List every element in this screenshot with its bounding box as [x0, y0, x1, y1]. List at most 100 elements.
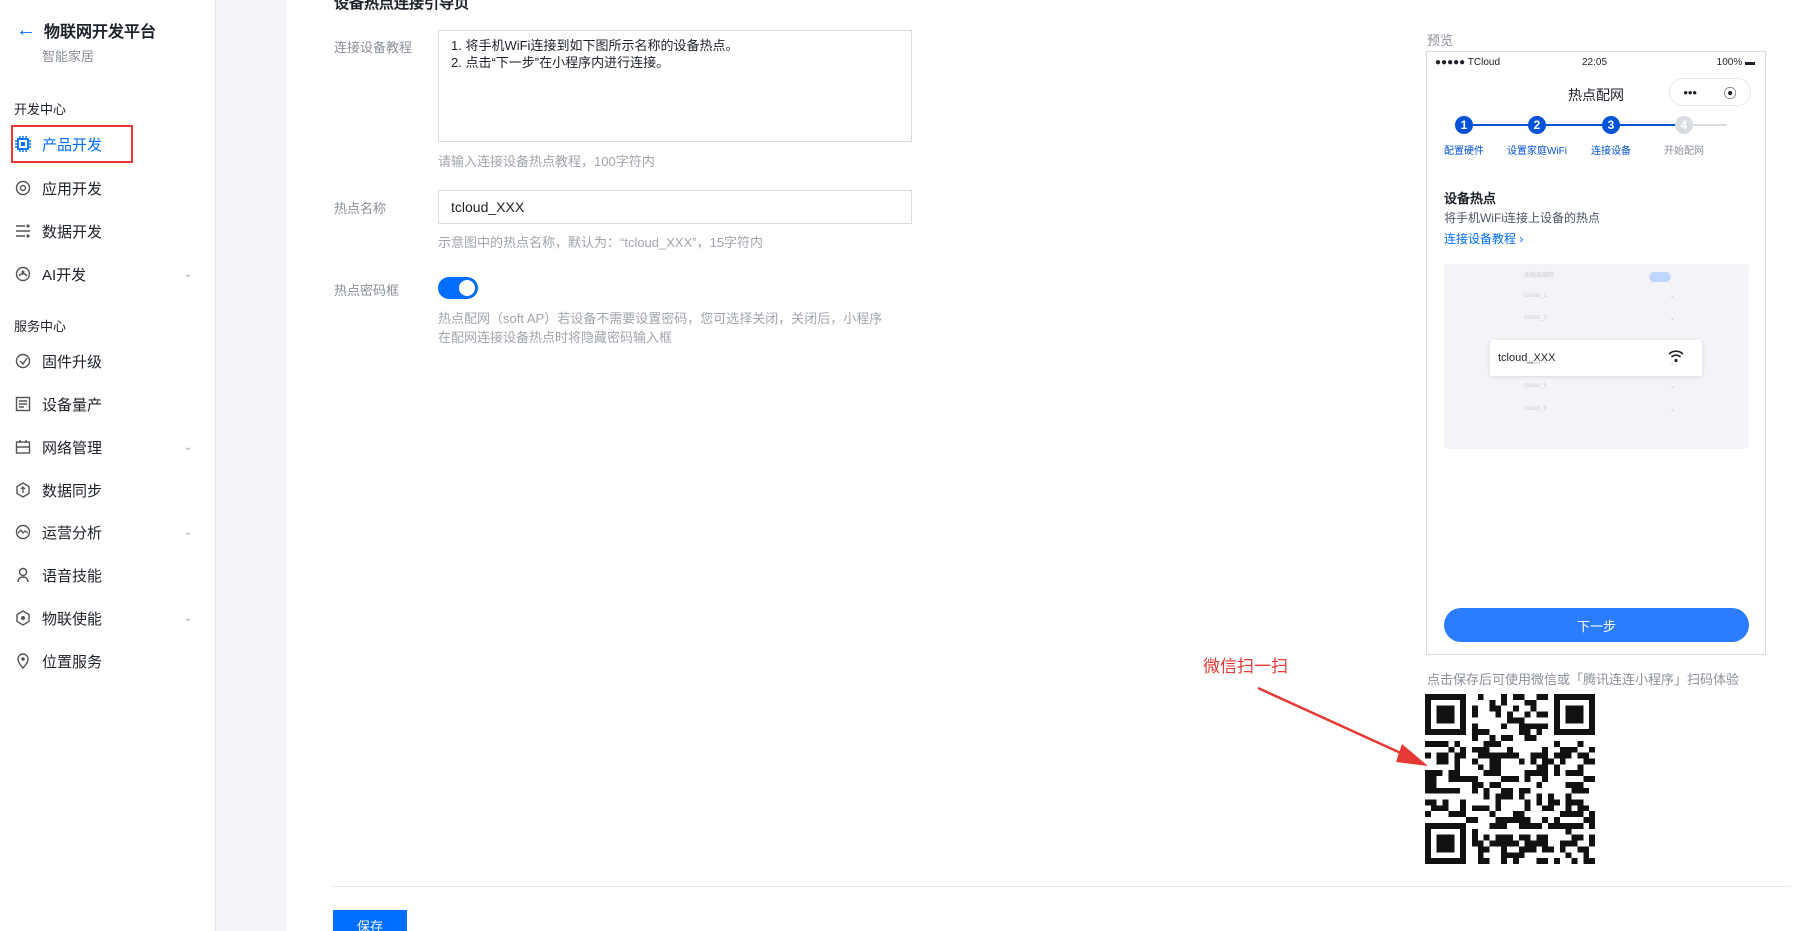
tutorial-textarea[interactable]: 1. 将手机WiFi连接到如下图所示名称的设备热点。 2. 点击“下一步”在小程…: [438, 30, 912, 142]
iot-enable-icon: [14, 609, 32, 627]
wifi-icon: ◔: [1669, 293, 1674, 302]
sidebar-item-label: AI开发: [42, 266, 87, 284]
voice-icon: [14, 566, 32, 584]
password-hint-line-2: 在配网连接设备热点时将隐藏密码输入框: [438, 330, 673, 345]
more-icon: •••: [1683, 84, 1697, 100]
wechat-scan-annotation: 微信扫一扫: [1203, 657, 1288, 676]
scan-note: 点击保存后可使用微信或「腾讯连连小程序」扫码体验: [1427, 672, 1740, 687]
brand-subtitle: 智能家居: [42, 49, 95, 64]
wifi-toggle: [1649, 272, 1671, 282]
sidebar-item-data-sync[interactable]: 数据同步: [12, 475, 200, 505]
tutorial-hint: 请输入连接设备热点教程，100字符内: [438, 154, 655, 169]
tutorial-link[interactable]: 连接设备教程 ›: [1444, 230, 1523, 247]
wifi-list-illustration: 无线局域网 tcloud_1 ◔ tcloud_2 ◔ tcloud_XXX tcl…: [1444, 264, 1749, 449]
save-button[interactable]: 保存: [333, 910, 407, 931]
sidebar-item-data-dev[interactable]: 数据开发: [12, 216, 200, 246]
sidebar-item-label: 设备量产: [42, 396, 103, 414]
hotspot-section-desc: 将手机WiFi连接上设备的热点: [1444, 211, 1600, 225]
step-label-4: 开始配网: [1664, 146, 1704, 157]
mass-production-icon: [14, 395, 32, 413]
password-label: 热点密码框: [334, 283, 400, 298]
sidebar-item-label: 数据同步: [42, 482, 103, 500]
toggle-knob: [459, 280, 475, 296]
wifi-header-row: 无线局域网: [1524, 270, 1674, 284]
footer-divider: [331, 886, 1791, 887]
chevron-down-icon: ⌄: [183, 612, 192, 624]
wifi-icon: ◔: [1669, 406, 1674, 415]
sidebar-item-label: 固件升级: [42, 353, 103, 371]
ssid-hint: 示意图中的热点名称，默认为：“tcloud_XXX”，15字符内: [438, 235, 764, 250]
phone-preview: ●●●●● TCloud 22:05 100% ▬ 热点配网 ••• ⦿ 1 2…: [1426, 51, 1766, 655]
step-dot-1: 1: [1455, 116, 1473, 134]
tutorial-label: 连接设备教程: [334, 40, 413, 55]
chevron-down-icon: ⌄: [183, 441, 192, 453]
sidebar-item-iot-enable[interactable]: 物联使能 ⌄: [12, 603, 200, 633]
sidebar-item-label: 运营分析: [42, 524, 103, 542]
close-target-icon: ⦿: [1723, 85, 1737, 101]
wifi-header: 无线局域网: [1524, 273, 1555, 279]
sidebar-item-app-dev[interactable]: 应用开发: [12, 173, 200, 203]
sidebar-item-location[interactable]: 位置服务: [12, 646, 200, 676]
brand: ← 物联网开发平台 智能家居: [16, 18, 156, 65]
sidebar-item-network[interactable]: 网络管理 ⌄: [12, 432, 200, 462]
page-heading: 设备热点连接引导页: [334, 0, 470, 12]
sidebar-item-analytics[interactable]: 运营分析 ⌄: [12, 517, 200, 547]
status-time: 22:05: [1582, 57, 1608, 68]
wifi-ssid: tcloud_1: [1524, 293, 1547, 299]
sidebar-item-product-dev[interactable]: 产品开发: [11, 125, 200, 163]
wifi-row: tcloud_4 ◔: [1524, 360, 1674, 374]
analytics-icon: [14, 523, 32, 541]
highlight-box: [11, 125, 133, 163]
phone-status-bar: ●●●●● TCloud 22:05 100% ▬: [1427, 52, 1765, 74]
sidebar-item-mass-production[interactable]: 设备量产: [12, 389, 200, 419]
status-carrier: ●●●●● TCloud: [1435, 57, 1501, 68]
wifi-ssid: tcloud_4: [1524, 360, 1547, 366]
location-icon: [14, 652, 32, 670]
ai-icon: [14, 265, 32, 283]
data-flow-icon: [14, 222, 32, 240]
main-content: 设备热点连接引导页 连接设备教程 1. 将手机WiFi连接到如下图所示名称的设备…: [286, 0, 1803, 931]
back-arrow-icon[interactable]: ←: [16, 20, 36, 40]
network-icon: [14, 438, 32, 456]
wifi-ssid: tcloud_6: [1524, 406, 1547, 412]
step-indicator: 1 2 3 4 配置硬件 设置家庭WiFi 连接设备 开始配网: [1427, 116, 1765, 157]
chevron-down-icon: ⌄: [183, 526, 192, 538]
sidebar-item-label: 网络管理: [42, 439, 103, 457]
ssid-label: 热点名称: [334, 201, 387, 216]
sidebar-item-label: 数据开发: [42, 223, 103, 241]
password-toggle[interactable]: [438, 277, 478, 299]
wifi-icon: ◔: [1669, 360, 1674, 369]
sidebar-item-firmware[interactable]: 固件升级: [12, 346, 200, 376]
sidebar-item-ai-dev[interactable]: AI开发 ⌄: [12, 259, 200, 289]
hotspot-section-title: 设备热点: [1444, 191, 1497, 206]
miniprogram-capsule: ••• ⦿: [1669, 78, 1751, 106]
firmware-icon: [14, 352, 32, 370]
sidebar-item-label: 物联使能: [42, 610, 103, 628]
annotation-arrow-icon: [1257, 686, 1428, 766]
wifi-row: tcloud_2 ◔: [1524, 315, 1674, 329]
sidebar-item-voice[interactable]: 语音技能: [12, 560, 200, 590]
status-battery: 100% ▬: [1716, 57, 1755, 68]
sync-icon: [14, 481, 32, 499]
chevron-down-icon: ⌄: [183, 268, 192, 280]
wifi-row: tcloud_6 ◔: [1524, 406, 1674, 420]
sidebar: ← 物联网开发平台 智能家居 开发中心 产品开发 应用开发 数据开发 AI开发 …: [0, 0, 216, 931]
ssid-input[interactable]: tcloud_XXX: [438, 190, 912, 224]
app-icon: [14, 179, 32, 197]
wifi-icon: ◔: [1669, 315, 1674, 324]
step-label-1: 配置硬件: [1444, 146, 1484, 157]
brand-title-row[interactable]: ← 物联网开发平台: [16, 18, 156, 42]
step-dot-4: 4: [1675, 116, 1693, 134]
section-title-service: 服务中心: [14, 319, 67, 334]
step-dot-2: 2: [1528, 116, 1546, 134]
content-gutter: [216, 0, 286, 931]
qr-code: [1425, 694, 1595, 864]
next-step-button[interactable]: 下一步: [1444, 608, 1749, 642]
wifi-ssid: tcloud_5: [1524, 383, 1547, 389]
wifi-ssid: tcloud_2: [1524, 315, 1547, 321]
step-label-3: 连接设备: [1591, 146, 1631, 157]
sidebar-item-label: 语音技能: [42, 567, 103, 585]
wifi-row: tcloud_5 ◔: [1524, 383, 1674, 397]
password-hint-line-1: 热点配网（soft AP）若设备不需要设置密码，您可选择关闭，关闭后，小程序: [438, 311, 883, 326]
ssid-value: tcloud_XXX: [451, 199, 525, 215]
